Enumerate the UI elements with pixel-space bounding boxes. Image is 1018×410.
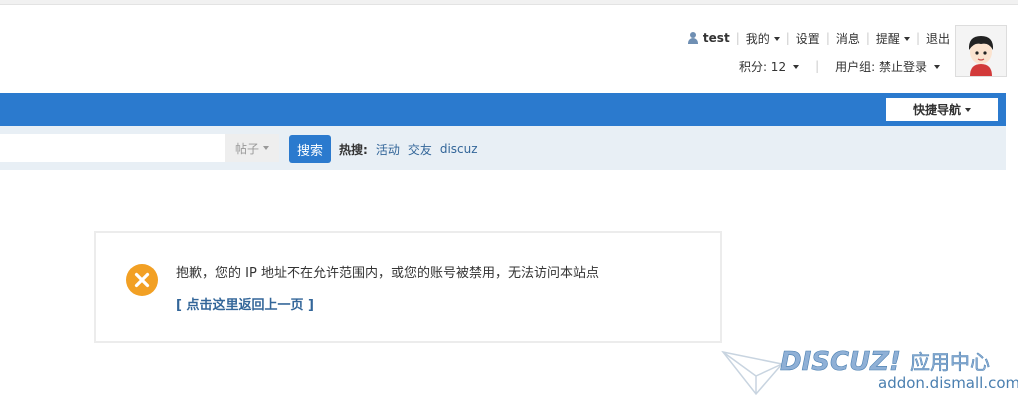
avatar[interactable]	[955, 25, 1007, 77]
avatar-image	[956, 26, 1006, 76]
hot-search-link[interactable]: 活动	[376, 141, 400, 158]
reminders-menu[interactable]: 提醒	[876, 30, 910, 47]
points-label: 积分: 12	[738, 59, 787, 74]
user-bar: test | 我的 | 设置 | 消息 | 提醒 | 退出	[687, 29, 950, 47]
usergroup-menu[interactable]: 用户组: 禁止登录	[835, 58, 940, 75]
main-nav-bar	[0, 93, 1006, 126]
hot-search-link[interactable]: 交友	[408, 141, 432, 158]
back-link[interactable]: [ 点击这里返回上一页 ]	[176, 294, 314, 313]
caret-down-icon	[793, 65, 800, 69]
quick-nav-label: 快捷导航	[912, 103, 961, 117]
separator: |	[915, 31, 920, 45]
separator: |	[735, 31, 740, 45]
alert-message-box: 抱歉，您的 IP 地址不在允许范围内，或您的账号被禁用，无法访问本站点 [ 点击…	[94, 231, 722, 343]
quick-nav-button[interactable]: 快捷导航	[886, 98, 998, 121]
caret-down-icon	[965, 107, 971, 112]
hot-search: 热搜: 活动 交友 discuz	[339, 141, 486, 157]
messages-link[interactable]: 消息	[836, 30, 860, 47]
error-x-icon	[126, 264, 158, 296]
user-stats: 积分: 12 | 用户组: 禁止登录	[739, 57, 940, 75]
settings-link[interactable]: 设置	[796, 30, 820, 47]
caret-down-icon	[263, 146, 269, 150]
caret-down-icon	[934, 65, 940, 69]
logout-link[interactable]: 退出	[926, 30, 950, 47]
alert-message-text: 抱歉，您的 IP 地址不在允许范围内，或您的账号被禁用，无法访问本站点	[176, 266, 599, 281]
my-menu[interactable]: 我的	[746, 30, 780, 47]
username-link[interactable]: test	[687, 31, 730, 45]
watermark-domain: addon.dismall.com	[878, 374, 1018, 392]
separator: |	[785, 31, 790, 45]
my-menu-label: 我的	[745, 31, 770, 46]
points-menu[interactable]: 积分: 12	[738, 58, 800, 75]
hot-search-link[interactable]: discuz	[440, 142, 478, 156]
separator: |	[825, 31, 830, 45]
user-icon	[687, 32, 699, 44]
username: test	[702, 31, 730, 45]
search-input[interactable]	[0, 134, 225, 162]
search-button[interactable]: 搜索	[289, 135, 331, 163]
search-type-select[interactable]: 帖子	[225, 134, 279, 162]
caret-down-icon	[773, 37, 780, 41]
paper-plane-icon	[721, 350, 784, 396]
search-type-label: 帖子	[234, 141, 259, 156]
caret-down-icon	[903, 37, 910, 41]
separator: |	[815, 59, 820, 73]
top-border	[0, 0, 1018, 5]
watermark-brand: DISCUZ!	[780, 347, 901, 377]
separator: |	[865, 31, 870, 45]
usergroup-label: 用户组: 禁止登录	[835, 59, 927, 74]
reminders-label: 提醒	[875, 31, 900, 46]
hot-search-label: 热搜:	[339, 142, 368, 157]
watermark-brand-cn: 应用中心	[910, 350, 990, 374]
